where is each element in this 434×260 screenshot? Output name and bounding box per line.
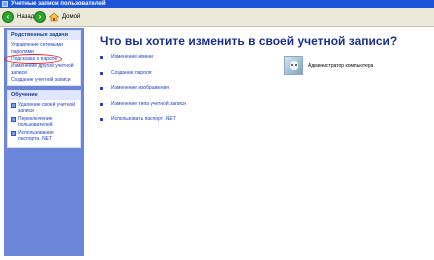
bullet-icon [100, 117, 103, 121]
password-hint-highlight-circle [4, 54, 62, 64]
option-create-password[interactable]: Создание пароля [100, 70, 152, 76]
learn-about-panel: Обучение Удаление своей учетной записи П… [7, 90, 81, 148]
avatar[interactable] [284, 56, 303, 75]
window-title: Учетные записи пользователей [11, 1, 106, 7]
learn-item-switch-users[interactable]: Переключение пользователей [11, 116, 77, 128]
back-arrow-icon: ‹ [2, 10, 14, 23]
option-change-name[interactable]: Изменение имени [100, 54, 153, 60]
learn-item-label: Удаление своей учетной записи [18, 102, 76, 114]
option-label: Изменение изображения [111, 85, 169, 91]
learn-item-net-passport[interactable]: Использование паспорта .NET [11, 130, 77, 142]
learn-item-label: Использование паспорта .NET [18, 130, 54, 142]
account-card: Администратор компьютера [284, 56, 373, 75]
forward-arrow-icon: › [34, 10, 46, 23]
bullet-icon [100, 86, 103, 90]
home-button[interactable]: Домой [49, 10, 80, 23]
option-label: Создание пароля [111, 70, 152, 76]
learn-item-delete-account[interactable]: Удаление своей учетной записи [11, 102, 77, 114]
window-icon [2, 1, 8, 7]
related-task-create-account[interactable]: Создание учетной записи [11, 77, 77, 83]
related-task-change-other-account[interactable]: Изменение другой учетной [11, 63, 77, 69]
account-type-label: Администратор компьютера [308, 62, 374, 69]
related-task-change-other-account-cont[interactable]: записи [11, 70, 77, 76]
back-label: Назад [17, 13, 35, 20]
option-label: Использовать паспорт .NET [111, 116, 176, 122]
option-label: Изменение типа учетной записи [111, 101, 186, 107]
help-topic-icon [11, 131, 16, 136]
help-topic-icon [11, 103, 16, 108]
window-title-bar: Учетные записи пользователей [0, 0, 434, 8]
home-label: Домой [62, 13, 81, 20]
related-task-network-passwords[interactable]: Управление сетевыми [11, 42, 77, 48]
toolbar: ‹ Назад › Домой [0, 8, 434, 27]
bullet-icon [100, 55, 103, 59]
forward-button[interactable]: › [34, 10, 46, 23]
bullet-icon [100, 102, 103, 106]
option-change-picture[interactable]: Изменение изображения [100, 85, 169, 91]
back-button[interactable]: ‹ Назад [2, 10, 34, 23]
bullet-icon [100, 71, 103, 75]
help-topic-icon [11, 117, 16, 122]
option-use-net-passport[interactable]: Использовать паспорт .NET [100, 116, 176, 122]
learn-about-title: Обучение [8, 91, 80, 100]
option-label: Изменение имени [111, 54, 153, 60]
learn-item-label: Переключение пользователей [18, 116, 53, 128]
related-tasks-title: Родственные задачи [8, 31, 80, 40]
page-title: Что вы хотите изменить в своей учетной з… [100, 34, 398, 48]
home-icon [49, 12, 59, 22]
option-change-account-type[interactable]: Изменение типа учетной записи [100, 101, 186, 107]
